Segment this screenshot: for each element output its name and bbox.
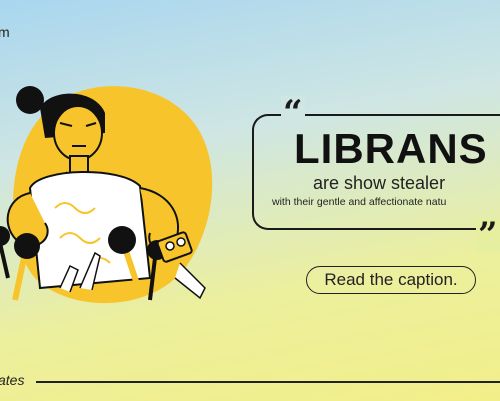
read-caption-button[interactable]: Read the caption.	[306, 266, 476, 294]
hair-bun	[16, 86, 44, 114]
headline: LIBRANS	[294, 125, 488, 172]
footer-partial-text: ates	[0, 372, 25, 388]
microphone-4	[0, 226, 10, 279]
subheadline: are show stealer	[313, 173, 446, 193]
press-interview-illustration	[0, 86, 213, 304]
tagline: with their gentle and affectionate natu	[272, 196, 447, 208]
face	[53, 105, 103, 161]
close-quote-icon: ”	[476, 215, 500, 255]
header-partial-text: m	[0, 24, 10, 40]
footer-divider	[36, 381, 500, 383]
